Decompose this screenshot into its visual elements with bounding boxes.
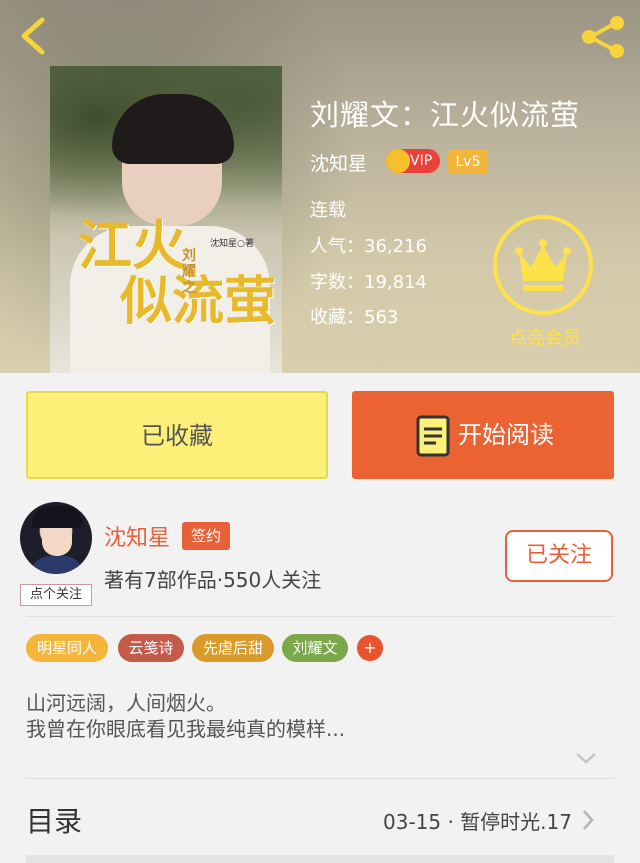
toc-title: 目录 [26, 805, 83, 838]
vip-badge: VIP [386, 149, 440, 173]
signed-badge: 签约 [182, 522, 230, 550]
divider [26, 778, 614, 779]
crown-icon [515, 239, 571, 291]
cover-vertical-text: 刘耀之 [182, 248, 196, 296]
follow-tag[interactable]: 点个关注 [20, 584, 92, 606]
favorites-stat: 收藏：563 [310, 307, 399, 328]
avatar[interactable] [20, 502, 92, 574]
author-card: 点个关注 沈知星 签约 著有7部作品·550人关注 已关注 [0, 502, 640, 614]
book-title: 刘耀文：江火似流萤 [310, 98, 581, 132]
serial-status: 连载 [310, 200, 346, 221]
avatar-hair [32, 506, 82, 528]
tag-item[interactable]: 明星同人 [26, 634, 108, 662]
divider [26, 616, 614, 617]
share-icon[interactable] [578, 14, 628, 60]
bottom-strip [26, 855, 614, 863]
avatar-body [30, 556, 84, 574]
cover-author-text: 沈知星○著 [210, 239, 254, 249]
vip-badge-label: VIP [410, 153, 433, 169]
tag-item[interactable]: 云笺诗 [118, 634, 184, 662]
tag-item[interactable]: 先虐后甜 [192, 634, 274, 662]
cover-title-line2: 似流萤 [120, 271, 277, 332]
chevron-left-icon[interactable] [14, 14, 54, 58]
popularity-stat: 人气：36,216 [310, 236, 427, 257]
book-icon [416, 415, 450, 457]
word-count-stat: 字数：19,814 [310, 272, 427, 293]
book-header: 江火 似流萤 刘耀之 沈知星○著 刘耀文：江火似流萤 沈知星 VIP Lv5 连… [0, 0, 640, 373]
table-of-contents-row[interactable]: 目录 03-15 · 暂停时光.17 [0, 796, 640, 844]
tag-item[interactable]: 刘耀文 [282, 634, 348, 662]
chevron-right-icon [583, 810, 594, 830]
latest-chapter: 03-15 · 暂停时光.17 [383, 810, 572, 834]
vip-crown-icon [386, 149, 410, 173]
cover-title-art: 江火 似流萤 [78, 216, 278, 330]
book-intro: 山河远阔，人间烟火。 我曾在你眼底看见我最纯真的模样... [26, 690, 345, 742]
author-meta: 著有7部作品·550人关注 [104, 568, 322, 592]
start-reading-button[interactable]: 开始阅读 [352, 391, 614, 479]
book-author-link[interactable]: 沈知星 [310, 149, 367, 176]
chevron-down-icon[interactable] [574, 750, 598, 766]
author-name[interactable]: 沈知星 [104, 520, 170, 552]
more-tags-button[interactable]: + [357, 635, 383, 661]
intro-line2: 我曾在你眼底看见我最纯真的模样... [26, 717, 346, 741]
favorited-button[interactable]: 已收藏 [26, 391, 328, 479]
start-reading-label: 开始阅读 [458, 421, 554, 449]
level-badge: Lv5 [448, 150, 488, 174]
intro-line1: 山河远阔，人间烟火。 [26, 691, 226, 715]
followed-button[interactable]: 已关注 [505, 530, 613, 582]
vip-label[interactable]: 点亮会员 [503, 324, 587, 350]
book-cover[interactable]: 江火 似流萤 刘耀之 沈知星○著 [50, 66, 282, 373]
vip-membership-button[interactable] [493, 215, 593, 315]
